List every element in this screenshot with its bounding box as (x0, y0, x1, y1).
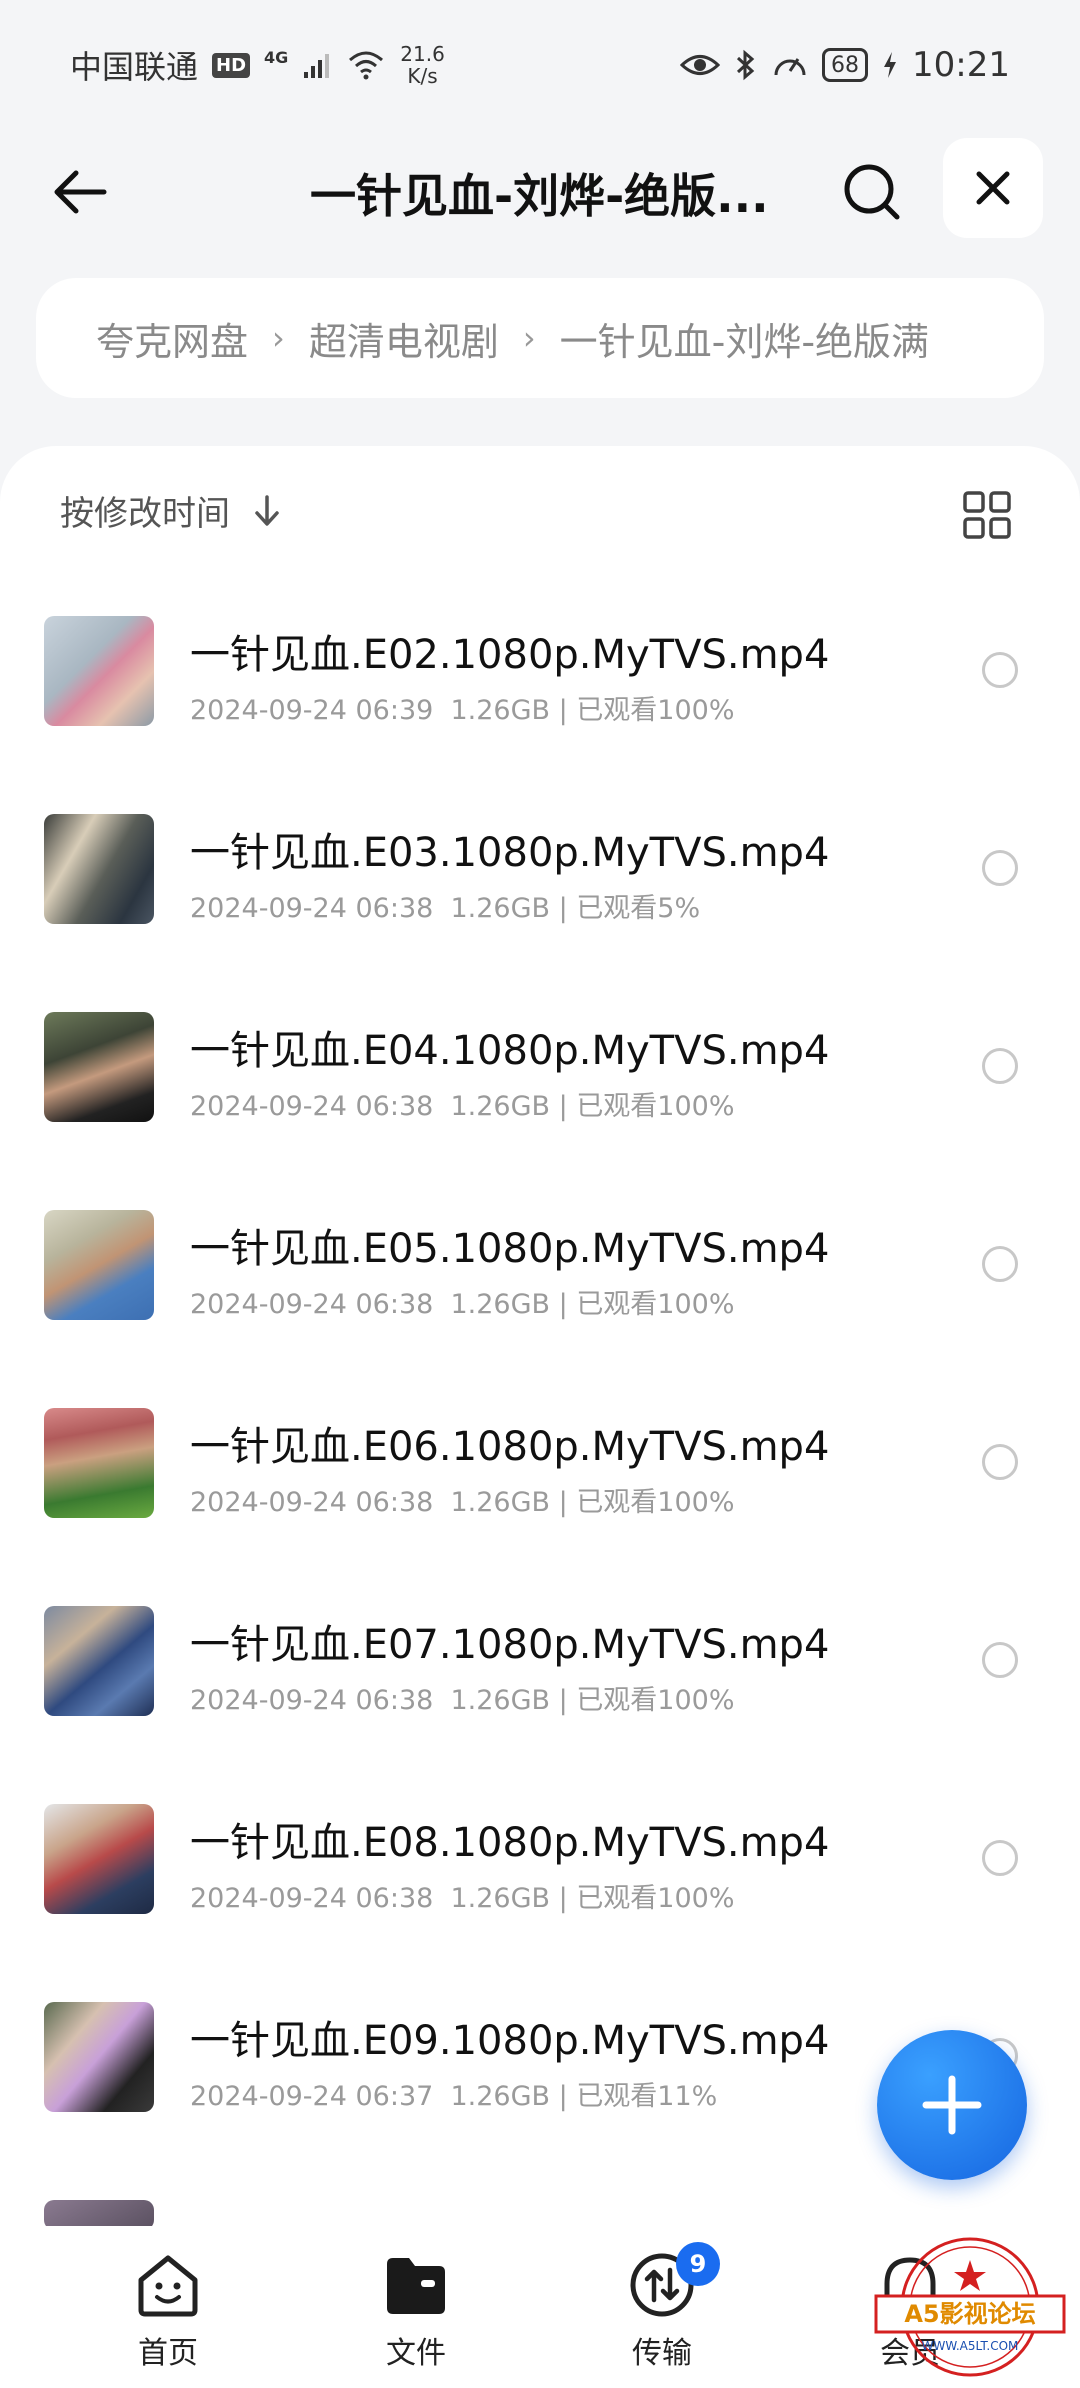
select-radio[interactable] (982, 1246, 1018, 1282)
clock: 10:21 (912, 45, 1010, 85)
nav-transfer[interactable]: 9 传输 (582, 2242, 742, 2372)
wifi-icon (349, 51, 384, 80)
page-title: 一针见血-刘烨-绝版... (310, 169, 769, 223)
breadcrumb-item[interactable]: 夸克网盘 (96, 311, 248, 366)
top-bar: 一针见血-刘烨-绝版... (0, 130, 1080, 250)
file-row[interactable]: 一针见血.E06.1080p.MyTVS.mp4 2024-09-24 06:3… (0, 1388, 1080, 1586)
folder-icon (387, 2258, 445, 2314)
video-thumbnail (44, 2002, 154, 2112)
file-name: 一针见血.E06.1080p.MyTVS.mp4 (190, 1424, 830, 1470)
nav-files-label: 文件 (386, 2336, 446, 2371)
plus-icon (922, 2075, 982, 2135)
nav-home-label: 首页 (138, 2336, 198, 2371)
eye-icon (680, 55, 721, 75)
watermark-url: WWW.A5LT.COM (922, 2339, 1019, 2353)
file-meta: 2024-09-24 06:38 1.26GB | 已观看5% (190, 893, 701, 924)
net-speed: 21.6 K/s (400, 42, 445, 88)
file-meta: 2024-09-24 06:38 1.26GB | 已观看100% (190, 1091, 735, 1122)
breadcrumb: 夸克网盘 › 超清电视剧 › 一针见血-刘烨-绝版满 (36, 278, 1044, 398)
file-name: 一针见血.E05.1080p.MyTVS.mp4 (190, 1226, 830, 1272)
file-meta: 2024-09-24 06:38 1.26GB | 已观看100% (190, 1289, 735, 1320)
close-button[interactable] (943, 138, 1043, 238)
search-icon (844, 164, 900, 220)
watermark-stamp: A5影视论坛 WWW.A5LT.COM (870, 2232, 1070, 2382)
file-meta: 2024-09-24 06:38 1.26GB | 已观看100% (190, 1883, 735, 1914)
video-thumbnail (44, 1606, 154, 1716)
file-name: 一针见血.E04.1080p.MyTVS.mp4 (190, 1028, 830, 1074)
nav-files[interactable]: 文件 (336, 2250, 496, 2372)
breadcrumb-item-current[interactable]: 一针见血-刘烨-绝版满 (560, 311, 929, 366)
select-radio[interactable] (982, 652, 1018, 688)
bluetooth-icon (736, 49, 755, 81)
grid-icon (963, 491, 1011, 539)
nav-home[interactable]: 首页 (88, 2250, 248, 2372)
back-button[interactable] (40, 152, 120, 232)
video-thumbnail (44, 814, 154, 924)
search-button[interactable] (832, 152, 912, 232)
close-icon (976, 171, 1010, 205)
file-meta: 2024-09-24 06:37 1.26GB | 已观看11% (190, 2081, 718, 2112)
transfer-count-badge: 9 (676, 2242, 720, 2286)
video-thumbnail (44, 1804, 154, 1914)
charging-icon (884, 52, 897, 78)
chevron-right-icon: › (272, 319, 285, 357)
video-thumbnail (44, 1012, 154, 1122)
grid-view-button[interactable] (962, 490, 1012, 540)
file-meta: 2024-09-24 06:38 1.26GB | 已观看100% (190, 1685, 735, 1716)
select-radio[interactable] (982, 1048, 1018, 1084)
file-name: 一针见血.E09.1080p.MyTVS.mp4 (190, 2018, 830, 2064)
sort-selector[interactable]: 按修改时间 (60, 486, 282, 535)
sort-label: 按修改时间 (60, 494, 230, 534)
select-radio[interactable] (982, 850, 1018, 886)
arrow-down-icon (255, 494, 279, 526)
file-row[interactable]: 一针见血.E05.1080p.MyTVS.mp4 2024-09-24 06:3… (0, 1190, 1080, 1388)
video-thumbnail (44, 1210, 154, 1320)
video-thumbnail (44, 616, 154, 726)
file-row[interactable]: 一针见血.E03.1080p.MyTVS.mp4 2024-09-24 06:3… (0, 794, 1080, 992)
file-row[interactable]: 一针见血.E02.1080p.MyTVS.mp4 2024-09-24 06:3… (0, 596, 1080, 794)
file-name: 一针见血.E07.1080p.MyTVS.mp4 (190, 1622, 830, 1668)
speedometer-icon (774, 58, 806, 76)
file-meta: 2024-09-24 06:38 1.26GB | 已观看100% (190, 1487, 735, 1518)
file-row[interactable]: 一针见血.E04.1080p.MyTVS.mp4 2024-09-24 06:3… (0, 992, 1080, 1190)
file-row[interactable]: 一针见血.E08.1080p.MyTVS.mp4 2024-09-24 06:3… (0, 1784, 1080, 1982)
status-bar: 中国联通 HD 4G 21.6 K/s 68 10:21 (0, 0, 1080, 130)
battery-indicator: 68 (822, 48, 869, 82)
net-type: 4G (264, 48, 289, 67)
select-radio[interactable] (982, 1444, 1018, 1480)
file-name: 一针见血.E03.1080p.MyTVS.mp4 (190, 830, 830, 876)
breadcrumb-item[interactable]: 超清电视剧 (309, 311, 499, 366)
signal-icon (304, 54, 330, 78)
file-name: 一针见血.E02.1080p.MyTVS.mp4 (190, 632, 830, 678)
video-thumbnail (44, 1408, 154, 1518)
nav-transfer-label: 传输 (632, 2336, 692, 2371)
file-list: 一针见血.E02.1080p.MyTVS.mp4 2024-09-24 06:3… (0, 596, 1080, 2240)
home-smile-icon (138, 2255, 198, 2317)
file-meta: 2024-09-24 06:39 1.26GB | 已观看100% (190, 695, 735, 726)
file-name: 一针见血.E08.1080p.MyTVS.mp4 (190, 1820, 830, 1866)
file-row[interactable]: 一针见血.E07.1080p.MyTVS.mp4 2024-09-24 06:3… (0, 1586, 1080, 1784)
chevron-right-icon: › (522, 319, 536, 357)
carrier-name: 中国联通 (70, 48, 199, 86)
watermark-text: A5影视论坛 (904, 2300, 1035, 2328)
select-radio[interactable] (982, 1642, 1018, 1678)
arrow-left-icon (54, 170, 107, 214)
hd-badge: HD (212, 52, 251, 78)
file-list-panel: 按修改时间 一针见血.E02.1080p.MyTVS.mp4 2024-09-2… (0, 446, 1080, 2246)
watermark-logo: A5影视论坛 WWW.A5LT.COM (874, 2237, 1066, 2377)
select-radio[interactable] (982, 1840, 1018, 1876)
add-button[interactable] (877, 2030, 1027, 2180)
